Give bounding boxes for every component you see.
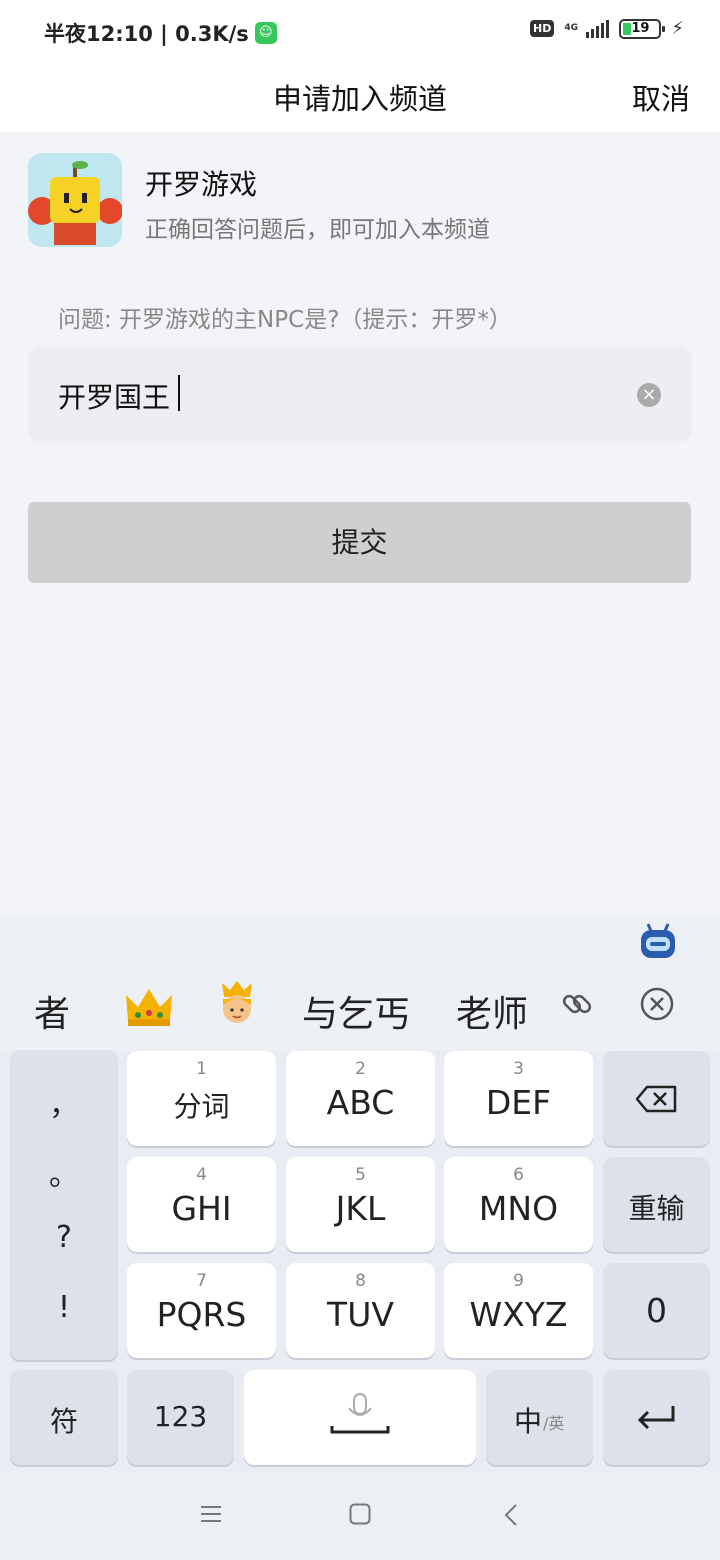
key-4[interactable]: 4 GHI bbox=[127, 1157, 276, 1252]
key-label: PQRS bbox=[156, 1295, 247, 1334]
key-9[interactable]: 9 WXYZ bbox=[444, 1263, 593, 1358]
key-0[interactable]: 0 bbox=[603, 1263, 710, 1358]
candidate-item[interactable]: 与乞丐 bbox=[302, 985, 410, 1037]
robot-assistant-icon[interactable] bbox=[638, 921, 678, 961]
space-button[interactable] bbox=[244, 1370, 476, 1465]
reenter-button[interactable]: 重输 bbox=[603, 1157, 710, 1252]
status-bar: 半夜12:10 | 0.3K/s ☺ HD 4G 19 ⚡ bbox=[0, 0, 720, 66]
key-label: 分词 bbox=[173, 1090, 230, 1123]
punct-question[interactable]: ? bbox=[10, 1220, 118, 1255]
channel-avatar bbox=[28, 153, 122, 247]
status-time-speed: 半夜12:10 | 0.3K/s bbox=[44, 22, 249, 46]
key-6[interactable]: 6 MNO bbox=[444, 1157, 593, 1252]
status-right: HD 4G 19 ⚡ bbox=[530, 18, 684, 39]
numbers-button[interactable]: 123 bbox=[127, 1370, 234, 1465]
microphone-icon bbox=[330, 1393, 390, 1434]
key-label: DEF bbox=[485, 1083, 552, 1122]
punct-exclaim[interactable]: ! bbox=[10, 1290, 118, 1325]
key-number: 2 bbox=[355, 1059, 366, 1079]
key-8[interactable]: 8 TUV bbox=[286, 1263, 435, 1358]
candidate-item[interactable]: 老师 bbox=[456, 985, 534, 1037]
key-label: 0 bbox=[646, 1291, 667, 1330]
network-type: 4G bbox=[564, 23, 579, 33]
key-7[interactable]: 7 PQRS bbox=[127, 1263, 276, 1358]
key-label: 123 bbox=[153, 1400, 208, 1433]
channel-info: 开罗游戏 正确回答问题后，即可加入本频道 bbox=[28, 153, 692, 249]
language-toggle-button[interactable]: 中 /英 bbox=[486, 1370, 593, 1465]
key-number: 3 bbox=[513, 1059, 524, 1079]
enter-icon bbox=[637, 1406, 675, 1430]
key-5[interactable]: 5 JKL bbox=[286, 1157, 435, 1252]
key-label: JKL bbox=[335, 1189, 386, 1228]
clear-icon[interactable]: × bbox=[637, 383, 661, 407]
candidate-item[interactable]: 者 bbox=[34, 985, 70, 1037]
key-3[interactable]: 3 DEF bbox=[444, 1051, 593, 1146]
key-number: 8 bbox=[355, 1271, 366, 1291]
channel-description: 正确回答问题后，即可加入本频道 bbox=[145, 217, 490, 243]
submit-button[interactable]: 提交 bbox=[28, 502, 691, 583]
key-number: 4 bbox=[196, 1165, 207, 1185]
cancel-button[interactable]: 取消 bbox=[632, 76, 690, 118]
key-number: 1 bbox=[196, 1059, 207, 1079]
charging-icon: ⚡ bbox=[671, 18, 684, 39]
answer-value: 开罗国王 bbox=[58, 381, 171, 414]
text-caret bbox=[178, 375, 180, 411]
key-number: 5 bbox=[355, 1165, 366, 1185]
key-label: GHI bbox=[171, 1189, 232, 1228]
key-label: MNO bbox=[478, 1189, 559, 1228]
home-icon[interactable] bbox=[349, 1503, 371, 1525]
enter-button[interactable] bbox=[603, 1370, 710, 1465]
lang-main-label: 中 bbox=[514, 1405, 543, 1438]
backspace-button[interactable] bbox=[603, 1051, 710, 1146]
key-label: TUV bbox=[327, 1295, 394, 1334]
punct-comma[interactable]: ， bbox=[10, 1080, 118, 1124]
lang-sub-label: /英 bbox=[543, 1414, 565, 1433]
battery-tip bbox=[662, 25, 666, 32]
answer-input[interactable]: 开罗国王 × bbox=[28, 345, 692, 443]
system-navigation-bar bbox=[0, 1473, 720, 1560]
app-notification-icon: ☺ bbox=[254, 22, 277, 44]
page-title: 申请加入频道 bbox=[272, 82, 447, 116]
crown-emoji-icon[interactable] bbox=[124, 985, 174, 1029]
key-number: 7 bbox=[196, 1271, 207, 1291]
signal-icon bbox=[586, 19, 610, 38]
battery-icon: 19 bbox=[619, 18, 666, 39]
key-number: 9 bbox=[513, 1271, 524, 1291]
channel-name: 开罗游戏 bbox=[145, 168, 258, 201]
key-label: WXYZ bbox=[469, 1295, 568, 1334]
symbols-button[interactable]: 符 bbox=[10, 1370, 118, 1465]
candidate-bar: 者 与乞丐 老师 bbox=[0, 915, 720, 1051]
header: 申请加入频道 取消 bbox=[0, 66, 720, 132]
keyboard: 者 与乞丐 老师 ， 。 ? ! 1 分词 2 ABC 3 DEF 4 GHI … bbox=[0, 915, 720, 1560]
punct-period[interactable]: 。 bbox=[10, 1150, 118, 1194]
close-candidates-icon[interactable] bbox=[640, 987, 674, 1021]
key-1[interactable]: 1 分词 bbox=[127, 1051, 276, 1146]
battery-level: 19 bbox=[631, 20, 650, 36]
punctuation-key[interactable]: ， 。 ? ! bbox=[10, 1050, 118, 1360]
backspace-icon bbox=[635, 1085, 677, 1113]
key-2[interactable]: 2 ABC bbox=[286, 1051, 435, 1146]
link-icon[interactable] bbox=[560, 987, 594, 1021]
menu-icon[interactable] bbox=[200, 1503, 222, 1525]
status-left: 半夜12:10 | 0.3K/s ☺ bbox=[44, 18, 277, 48]
question-label: 问题: 开罗游戏的主NPC是?（提示：开罗*） bbox=[58, 307, 512, 333]
kairo-mascot-icon bbox=[28, 153, 122, 247]
hd-icon: HD bbox=[530, 20, 555, 37]
key-label: ABC bbox=[326, 1083, 395, 1122]
key-number: 6 bbox=[513, 1165, 524, 1185]
key-label: 符 bbox=[49, 1405, 78, 1438]
prince-emoji-icon[interactable] bbox=[218, 981, 256, 1029]
back-icon[interactable] bbox=[503, 1503, 519, 1527]
key-label: 重输 bbox=[628, 1192, 685, 1225]
